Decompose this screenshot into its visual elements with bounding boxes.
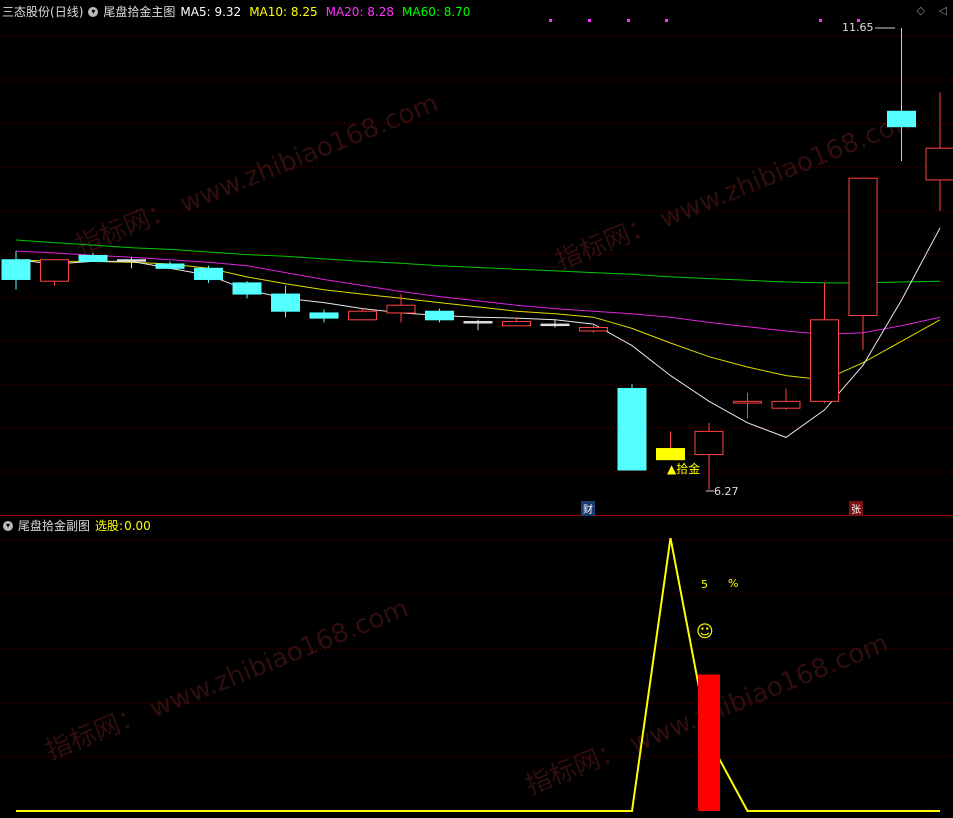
candle-22 xyxy=(848,177,878,350)
kline-chart[interactable]: 指标网： www.zhibiao168.com 指标网： www.zhibiao1… xyxy=(0,0,953,818)
candle-16 xyxy=(617,384,647,471)
candle-8 xyxy=(309,309,339,323)
smile-icon: ☺ xyxy=(696,622,714,642)
candle-body-23 xyxy=(887,110,916,128)
candle-12 xyxy=(463,319,493,331)
shijin-signal-label: ▲拾金 xyxy=(667,462,701,476)
candle-body-1 xyxy=(40,259,69,282)
ma60-line xyxy=(15,239,941,284)
candle-body-18 xyxy=(694,430,724,456)
candle-body-16 xyxy=(617,387,647,471)
candle-body-14 xyxy=(540,323,570,327)
watermark-text-0: 指标网： www.zhibiao168.com xyxy=(71,88,442,261)
candle-body-6 xyxy=(232,282,262,295)
candle-9 xyxy=(348,308,377,321)
signal-dot-3 xyxy=(665,19,668,22)
candle-body-24 xyxy=(925,147,953,181)
candle-13 xyxy=(502,318,531,327)
candle-body-12 xyxy=(463,321,493,324)
candle-body-9 xyxy=(348,310,377,321)
candle-body-0 xyxy=(1,259,31,280)
candle-body-2 xyxy=(78,254,108,262)
signal-dot-1 xyxy=(588,19,591,22)
watermark-text-2: 指标网： www.zhibiao168.com xyxy=(41,593,412,766)
candle-body-22 xyxy=(848,177,878,317)
candle-7 xyxy=(271,285,300,318)
sub-signal-bar xyxy=(698,674,720,811)
candle-24 xyxy=(925,92,953,211)
candle-19 xyxy=(733,392,762,419)
candle-11 xyxy=(425,308,454,323)
candle-0 xyxy=(1,251,31,290)
candle-15 xyxy=(579,324,608,333)
zhang-marker[interactable]: 张 xyxy=(849,501,863,516)
candle-21 xyxy=(810,282,839,404)
high-price-label: 11.65 xyxy=(842,21,874,34)
candle-body-11 xyxy=(425,310,454,321)
candle-4 xyxy=(155,261,185,270)
sub-pct-label: % xyxy=(728,577,739,590)
candle-1 xyxy=(40,259,69,286)
candle-body-13 xyxy=(502,321,531,327)
candle-body-4 xyxy=(155,263,185,269)
candle-body-19 xyxy=(733,400,762,404)
candle-17 xyxy=(656,431,685,461)
candle-10 xyxy=(386,294,416,323)
candle-body-7 xyxy=(271,293,300,312)
signal-dot-4 xyxy=(819,19,822,22)
ma10-line xyxy=(15,259,941,381)
low-price-label: 6.27 xyxy=(714,485,739,498)
candle-20 xyxy=(771,388,801,410)
candle-6 xyxy=(232,281,262,299)
candle-body-17 xyxy=(656,448,685,461)
signal-dot-0 xyxy=(549,19,552,22)
cai-marker[interactable]: 财 xyxy=(581,501,595,516)
candle-body-20 xyxy=(771,400,801,409)
candle-body-15 xyxy=(579,327,608,332)
candle-body-8 xyxy=(309,312,339,319)
candle-body-10 xyxy=(386,304,416,314)
candle-18 xyxy=(694,422,724,490)
watermark: 指标网： www.zhibiao168.com 指标网： www.zhibiao1… xyxy=(41,88,922,801)
candle-body-3 xyxy=(117,259,146,262)
candle-5 xyxy=(194,265,223,283)
candle-body-5 xyxy=(194,267,223,280)
signal-dot-2 xyxy=(627,19,630,22)
sub-num-label: 5 xyxy=(701,578,708,591)
candle-body-21 xyxy=(810,319,839,402)
